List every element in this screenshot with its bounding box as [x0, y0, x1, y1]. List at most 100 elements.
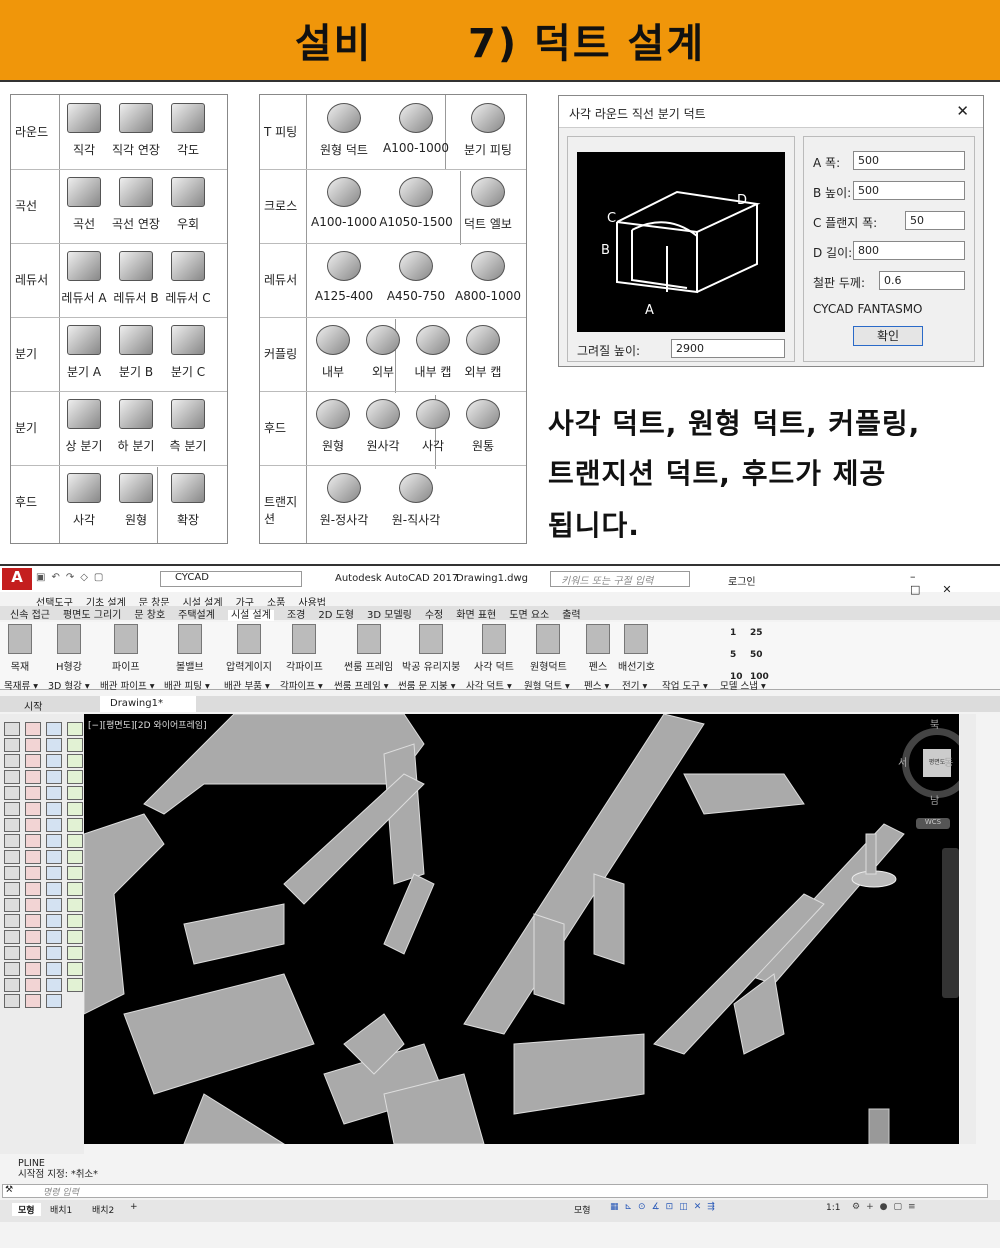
drawing-tab[interactable]: Drawing1*	[100, 696, 196, 712]
toolbar-tool-icon[interactable]	[25, 850, 41, 864]
toolbar-tool-icon[interactable]	[4, 930, 20, 944]
ribbon-tab[interactable]: 화면 표현	[456, 610, 496, 621]
duct-item[interactable]: 곡선	[59, 169, 109, 232]
toolbar-tool-icon[interactable]	[46, 978, 62, 992]
ribbon-tab[interactable]: 도면 요소	[509, 610, 549, 621]
toolbar-tool-icon[interactable]	[25, 962, 41, 976]
toolbar-tool-icon[interactable]	[67, 866, 83, 880]
toolbar-tool-icon[interactable]	[67, 770, 83, 784]
toolbar-tool-icon[interactable]	[25, 738, 41, 752]
duct-item[interactable]: 덕트 엘보	[454, 169, 522, 232]
login-button[interactable]: 로그인	[728, 573, 756, 588]
toolbar-tool-icon[interactable]	[25, 818, 41, 832]
duct-item[interactable]: A125-400	[310, 243, 378, 303]
param-input[interactable]: 500	[853, 151, 965, 170]
duct-item[interactable]: 직각	[59, 95, 109, 158]
ribbon-panel-title[interactable]: 배관 파이프 ▾	[100, 678, 155, 692]
status-tools-right[interactable]: ⚙+●▢≡	[852, 1202, 922, 1212]
toolbar-tool-icon[interactable]	[46, 754, 62, 768]
toolbar-tool-icon[interactable]	[67, 930, 83, 944]
ribbon-tool-button[interactable]: 파이프	[112, 624, 140, 673]
toolbar-tool-icon[interactable]	[67, 850, 83, 864]
toolbar-tool-icon[interactable]	[25, 882, 41, 896]
duct-item[interactable]: 분기 B	[111, 317, 161, 380]
ribbon-tool-button[interactable]: H형강	[56, 624, 82, 673]
duct-item[interactable]: 우회	[163, 169, 213, 232]
toolbar-tool-icon[interactable]	[25, 802, 41, 816]
scale-buttons[interactable]: 1 25 5 50 10 100	[730, 628, 770, 682]
toolbar-tool-icon[interactable]	[46, 882, 62, 896]
ribbon-tab[interactable]: 2D 도형	[318, 610, 354, 621]
start-tab[interactable]: 시작	[24, 698, 42, 713]
ribbon-panel-title[interactable]: 배관 피팅 ▾	[164, 678, 210, 692]
ribbon-panel-title[interactable]: 썬룸 문 지붕 ▾	[398, 678, 456, 692]
duct-item[interactable]: 하 분기	[111, 391, 161, 454]
ribbon-tool-button[interactable]: 펜스	[586, 624, 610, 673]
toolbar-tool-icon[interactable]	[4, 818, 20, 832]
duct-item[interactable]: A450-750	[382, 243, 450, 303]
ribbon-panel-title[interactable]: 작업 도구 ▾	[662, 678, 708, 692]
param-input[interactable]: 800	[853, 241, 965, 260]
param-input[interactable]: 500	[853, 181, 965, 200]
ribbon-panel-title[interactable]: 3D 형강 ▾	[48, 678, 90, 692]
toolbar-tool-icon[interactable]	[46, 898, 62, 912]
duct-item[interactable]: 외부	[360, 317, 406, 380]
drawing-viewport[interactable]: [−][평면도][2D 와이어프레임] 평면도 북 남 서 동 WCS	[84, 714, 959, 1144]
toolbar-tool-icon[interactable]	[4, 738, 20, 752]
duct-item[interactable]: 사각	[59, 465, 109, 528]
toolbar-tool-icon[interactable]	[46, 770, 62, 784]
duct-item[interactable]: 분기 A	[59, 317, 109, 380]
toolbar-tool-icon[interactable]	[46, 738, 62, 752]
toolbar-tool-icon[interactable]	[4, 786, 20, 800]
ribbon-tool-button[interactable]: 볼밸브	[176, 624, 204, 673]
close-icon[interactable]: ✕	[956, 102, 969, 120]
duct-item[interactable]: 원형 덕트	[310, 95, 378, 158]
toolbar-tool-icon[interactable]	[67, 802, 83, 816]
ribbon-tool-button[interactable]: 압력게이지	[226, 624, 272, 673]
viewport-label[interactable]: [−][평면도][2D 와이어프레임]	[88, 718, 207, 731]
ribbon-tool-button[interactable]: 목재	[8, 624, 32, 673]
ribbon-panel-title[interactable]: 목재류 ▾	[4, 678, 38, 692]
toolbar-tool-icon[interactable]	[25, 930, 41, 944]
duct-item[interactable]: 외부 캡	[460, 317, 506, 380]
ok-button[interactable]: 확인	[853, 326, 923, 346]
duct-item[interactable]: 사각	[410, 391, 456, 454]
toolbar-tool-icon[interactable]	[4, 962, 20, 976]
duct-item[interactable]: 원-직사각	[382, 465, 450, 528]
toolbar-tool-icon[interactable]	[46, 866, 62, 880]
toolbar-tool-icon[interactable]	[25, 786, 41, 800]
duct-item[interactable]: 원-정사각	[310, 465, 378, 528]
duct-item[interactable]: 원형	[310, 391, 356, 454]
toolbar-tool-icon[interactable]	[4, 882, 20, 896]
duct-item[interactable]: A1050-1500	[379, 169, 453, 229]
ribbon-tab[interactable]: 신속 접근	[10, 610, 50, 621]
duct-item[interactable]: A100-1000	[310, 169, 378, 229]
ribbon-tool-button[interactable]: 사각 덕트	[474, 624, 514, 673]
duct-item[interactable]: 확장	[163, 465, 213, 528]
annotation-scale[interactable]: 1:1	[826, 1203, 840, 1213]
ribbon-tab[interactable]: 수정	[425, 610, 443, 621]
layout-tab-1[interactable]: 배치1	[50, 1203, 72, 1216]
ribbon-panel-title[interactable]: 펜스 ▾	[584, 678, 609, 692]
ribbon-tool-button[interactable]: 박공 유리지붕	[402, 624, 460, 673]
ribbon-panel-title[interactable]: 모델 스냅 ▾	[720, 678, 766, 692]
toolbar-tool-icon[interactable]	[4, 866, 20, 880]
toolbar-tool-icon[interactable]	[46, 818, 62, 832]
quick-access-toolbar[interactable]: ▣↶↷◇▢	[36, 572, 156, 586]
window-controls[interactable]: –□✕	[910, 570, 1000, 596]
toolbar-tool-icon[interactable]	[25, 754, 41, 768]
ribbon-tool-button[interactable]: 각파이프	[286, 624, 323, 673]
toolbar-tool-icon[interactable]	[67, 754, 83, 768]
toolbar-tool-icon[interactable]	[67, 898, 83, 912]
toolbar-tool-icon[interactable]	[4, 754, 20, 768]
ribbon-tool-button[interactable]: 썬룸 프레임	[344, 624, 393, 673]
toolbar-tool-icon[interactable]	[25, 898, 41, 912]
duct-item[interactable]: 원사각	[360, 391, 406, 454]
toolbar-tool-icon[interactable]	[25, 978, 41, 992]
toolbar-tool-icon[interactable]	[46, 802, 62, 816]
toolbar-tool-icon[interactable]	[4, 850, 20, 864]
toolbar-tool-icon[interactable]	[25, 770, 41, 784]
duct-item[interactable]: 내부 캡	[410, 317, 456, 380]
toolbar-tool-icon[interactable]	[4, 802, 20, 816]
toolbar-tool-icon[interactable]	[25, 834, 41, 848]
